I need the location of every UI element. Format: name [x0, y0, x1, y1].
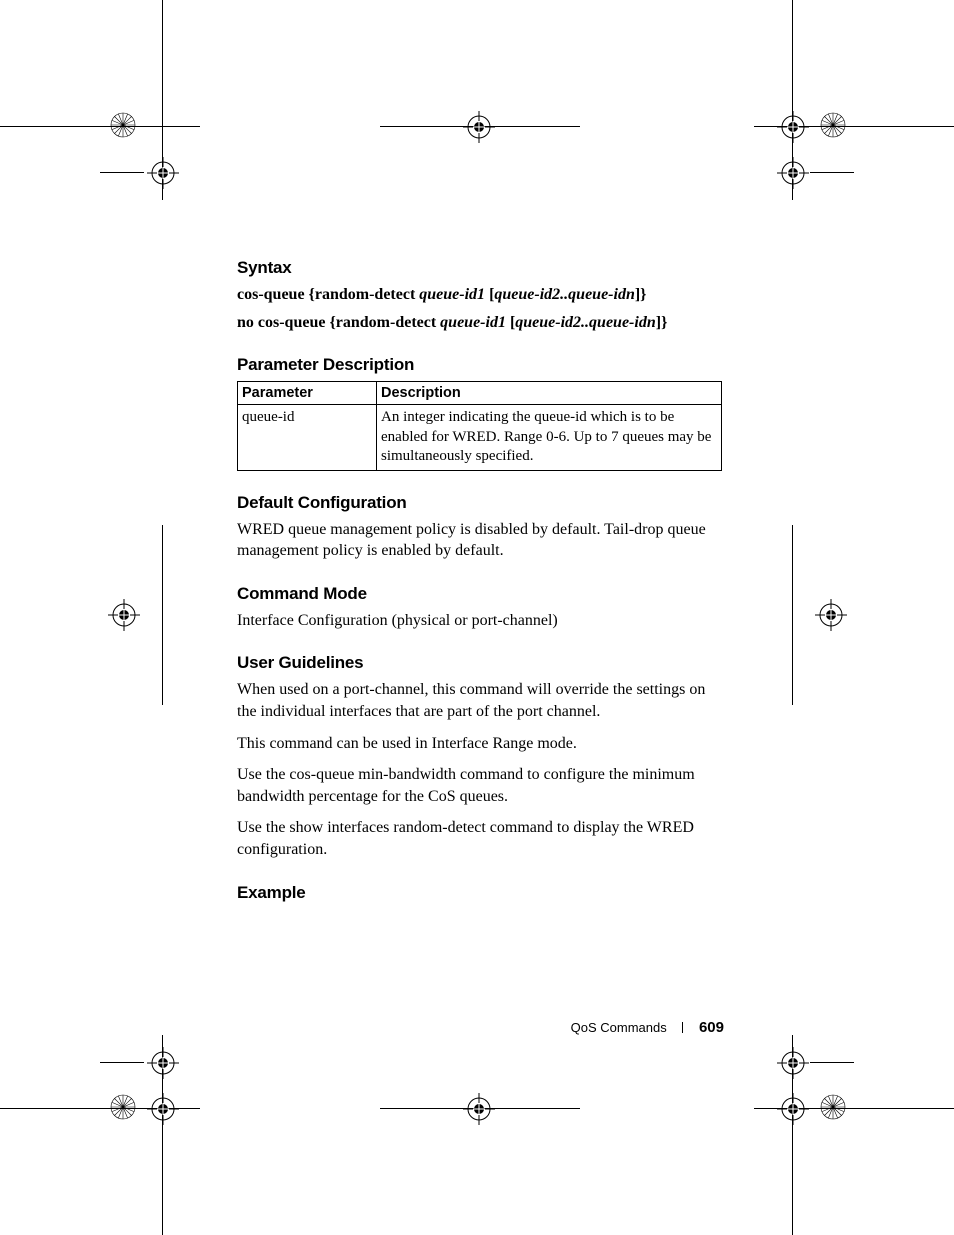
- footer-page-number: 609: [699, 1019, 724, 1036]
- registration-mark-icon: [146, 1046, 180, 1080]
- crop-line: [0, 126, 200, 127]
- default-configuration-text: WRED queue management policy is disabled…: [237, 519, 722, 562]
- starburst-mark-icon: [108, 110, 138, 140]
- crop-line: [380, 1108, 580, 1109]
- crop-line: [792, 525, 793, 705]
- table-header-parameter: Parameter: [238, 382, 377, 405]
- table-header-row: Parameter Description: [238, 382, 722, 405]
- syntax-param: queue-id1: [419, 286, 489, 303]
- syntax-line-2: no cos-queue {random-detect queue-id1 [q…: [237, 312, 722, 334]
- syntax-param: queue-id1: [440, 314, 510, 331]
- syntax-param: queue-id2..queue-idn: [494, 286, 634, 303]
- registration-mark-icon: [462, 1092, 496, 1126]
- registration-mark-icon: [776, 1092, 810, 1126]
- registration-mark-icon: [776, 110, 810, 144]
- footer-section-name: QoS Commands: [571, 1020, 667, 1035]
- crop-line: [380, 126, 580, 127]
- starburst-mark-icon: [818, 1092, 848, 1122]
- crop-line: [100, 1062, 144, 1063]
- crop-line: [792, 1035, 793, 1235]
- table-header-description: Description: [377, 382, 722, 405]
- crop-line: [100, 172, 144, 173]
- heading-example: Example: [237, 883, 722, 903]
- syntax-param: queue-id2..queue-idn: [515, 314, 655, 331]
- footer-separator: [682, 1022, 683, 1033]
- user-guidelines-paragraph: This command can be used in Interface Ra…: [237, 733, 722, 755]
- user-guidelines-paragraph: When used on a port-channel, this comman…: [237, 679, 722, 722]
- registration-mark-icon: [814, 598, 848, 632]
- command-mode-section: Command Mode Interface Configuration (ph…: [237, 584, 722, 632]
- crop-line: [754, 1108, 954, 1109]
- table-cell-description: An integer indicating the queue-id which…: [377, 405, 722, 471]
- table-row: queue-id An integer indicating the queue…: [238, 405, 722, 471]
- syntax-text: cos-queue {random-detect: [237, 286, 419, 303]
- starburst-mark-icon: [108, 1092, 138, 1122]
- parameter-description-section: Parameter Description Parameter Descript…: [237, 355, 722, 471]
- user-guidelines-paragraph: Use the show interfaces random-detect co…: [237, 817, 722, 860]
- example-section: Example: [237, 883, 722, 903]
- crop-line: [162, 525, 163, 705]
- heading-syntax: Syntax: [237, 258, 722, 278]
- registration-mark-icon: [462, 110, 496, 144]
- page-content: Syntax cos-queue {random-detect queue-id…: [237, 258, 722, 925]
- user-guidelines-paragraph: Use the cos-queue min-bandwidth command …: [237, 764, 722, 807]
- table-cell-parameter: queue-id: [238, 405, 377, 471]
- crop-line: [0, 1108, 200, 1109]
- crop-line: [792, 0, 793, 200]
- registration-mark-icon: [146, 156, 180, 190]
- default-configuration-section: Default Configuration WRED queue managem…: [237, 493, 722, 562]
- heading-command-mode: Command Mode: [237, 584, 722, 604]
- syntax-text: no cos-queue {random-detect: [237, 314, 440, 331]
- heading-user-guidelines: User Guidelines: [237, 653, 722, 673]
- heading-default-configuration: Default Configuration: [237, 493, 722, 513]
- page-footer: QoS Commands 609: [571, 1019, 724, 1036]
- crop-line: [162, 0, 163, 200]
- syntax-section: Syntax cos-queue {random-detect queue-id…: [237, 258, 722, 333]
- parameter-table: Parameter Description queue-id An intege…: [237, 381, 722, 471]
- user-guidelines-section: User Guidelines When used on a port-chan…: [237, 653, 722, 860]
- heading-parameter-description: Parameter Description: [237, 355, 722, 375]
- syntax-line-1: cos-queue {random-detect queue-id1 [queu…: [237, 284, 722, 306]
- registration-mark-icon: [146, 1092, 180, 1126]
- syntax-text: ]}: [656, 314, 668, 331]
- crop-line: [754, 126, 954, 127]
- registration-mark-icon: [776, 156, 810, 190]
- registration-mark-icon: [107, 598, 141, 632]
- crop-line: [810, 172, 854, 173]
- command-mode-text: Interface Configuration (physical or por…: [237, 610, 722, 632]
- syntax-text: ]}: [635, 286, 647, 303]
- registration-mark-icon: [776, 1046, 810, 1080]
- crop-line: [162, 1035, 163, 1235]
- starburst-mark-icon: [818, 110, 848, 140]
- crop-line: [810, 1062, 854, 1063]
